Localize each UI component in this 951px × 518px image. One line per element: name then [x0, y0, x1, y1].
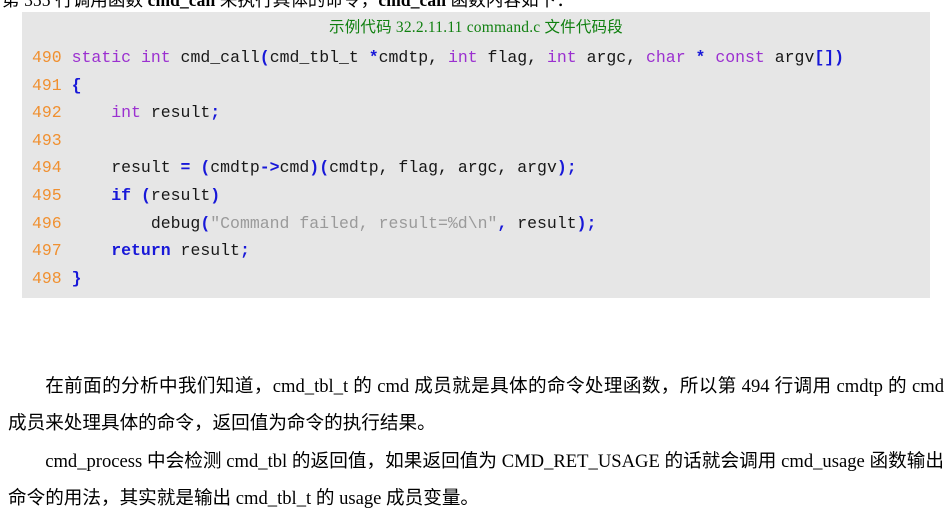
code-token: int	[111, 103, 141, 123]
code-line: 490 static int cmd_call(cmd_tbl_t *cmdtp…	[22, 44, 930, 72]
code-token: int	[140, 48, 171, 67]
code-token: return	[111, 241, 171, 261]
intro-line: 第 355 行调用函数 cmd_call 来执行具体的命令，cmd_call 函…	[0, 0, 951, 11]
paragraph: cmd_process 中会检测 cmd_tbl 的返回值，如果返回值为 CMD…	[8, 451, 944, 509]
code-figure-caption: 示例代码 32.2.11.11 command.c 文件代码段	[329, 19, 623, 36]
code-token: {	[71, 75, 82, 95]
code-line-number: 498	[32, 268, 72, 288]
code-token: int	[447, 48, 478, 67]
code-token: const	[715, 48, 765, 67]
document-page: 第 355 行调用函数 cmd_call 来执行具体的命令，cmd_call 函…	[0, 0, 951, 514]
code-figure: 示例代码 32.2.11.11 command.c 文件代码段 490 stat…	[22, 12, 930, 299]
code-line-number: 491	[32, 75, 72, 95]
code-line-number: 493	[32, 130, 72, 150]
code-line: 498 }	[22, 265, 930, 293]
code-token: );	[556, 158, 577, 178]
code-line-number: 496	[32, 213, 72, 233]
code-line-number: 494	[32, 158, 72, 178]
intro-prefix: 第 355 行调用函数	[2, 0, 148, 10]
code-token: (	[140, 185, 151, 205]
intro-code-2: cmd_call	[378, 0, 447, 10]
code-token: )(	[309, 158, 330, 178]
code-token: result	[71, 158, 181, 178]
code-token: argc,	[576, 48, 646, 67]
code-token: )	[210, 185, 221, 205]
code-token: debug	[71, 213, 201, 233]
code-token: "Command failed, result=%d\n"	[210, 213, 498, 233]
code-line: 494 result = (cmdtp->cmd)(cmdtp, flag, a…	[22, 154, 930, 182]
code-token: [])	[814, 48, 845, 67]
code-line-number: 495	[32, 185, 72, 205]
code-token: ,	[497, 213, 508, 233]
code-token: flag,	[477, 48, 547, 67]
code-token: result	[140, 103, 211, 123]
code-token: *	[695, 48, 706, 67]
intro-suffix: 函数内容如下：	[446, 0, 574, 10]
paragraph: 在前面的分析中我们知道，cmd_tbl_t 的 cmd 成员就是具体的命令处理函…	[8, 376, 944, 434]
code-block: 490 static int cmd_call(cmd_tbl_t *cmdtp…	[22, 42, 930, 298]
code-token: ->	[259, 158, 280, 178]
code-token: ;	[210, 103, 221, 123]
code-token: argv	[764, 48, 815, 67]
prose-section: 在前面的分析中我们知道，cmd_tbl_t 的 cmd 成员就是具体的命令处理函…	[8, 368, 944, 518]
code-line: 492 int result;	[22, 99, 930, 127]
code-token: result	[170, 241, 240, 261]
code-line-number: 492	[32, 103, 72, 123]
code-line: 497 return result;	[22, 237, 930, 265]
code-line: 493	[22, 127, 930, 155]
code-token: );	[576, 213, 597, 233]
code-token: cmdtp, flag, argc, argv	[329, 158, 557, 178]
code-token: char	[646, 48, 686, 67]
code-token: cmdtp	[210, 158, 260, 178]
code-line: 495 if (result)	[22, 182, 930, 210]
code-token: ;	[239, 241, 250, 261]
intro-middle: 来执行具体的命令，	[215, 0, 379, 10]
code-line-number: 490	[32, 48, 72, 67]
intro-line-clipped: 第 355 行调用函数 cmd_call 来执行具体的命令，cmd_call 函…	[0, 0, 951, 11]
code-line: 496 debug("Command failed, result=%d\n",…	[22, 210, 930, 238]
code-token: (	[200, 213, 211, 233]
code-token: (	[259, 48, 270, 67]
code-token: static	[71, 48, 132, 67]
code-token: *	[368, 48, 379, 67]
code-token: int	[546, 48, 577, 67]
code-token: cmdtp,	[378, 48, 448, 67]
code-token: }	[71, 268, 82, 288]
code-line-number: 497	[32, 241, 72, 261]
code-token: cmd_tbl_t	[269, 48, 369, 67]
code-token: cmd	[279, 158, 310, 178]
code-token: =	[180, 158, 191, 178]
code-token: if	[111, 185, 132, 205]
code-token: cmd_call	[170, 48, 260, 67]
code-token: (	[200, 158, 211, 178]
code-line: 491 {	[22, 72, 930, 100]
code-token: result	[507, 213, 577, 233]
intro-code-1: cmd_call	[147, 0, 216, 10]
code-token: result	[150, 185, 211, 205]
